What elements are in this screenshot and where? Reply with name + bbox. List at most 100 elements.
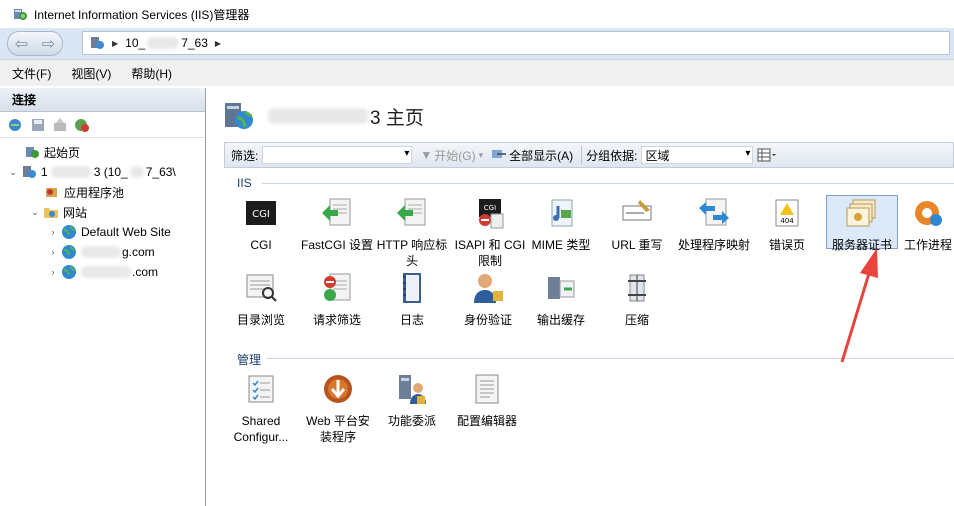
chevron-right-icon[interactable]: › bbox=[48, 247, 58, 257]
feature-label: 压缩 bbox=[624, 313, 649, 327]
disconnect-icon[interactable] bbox=[74, 117, 90, 133]
section-divider bbox=[267, 358, 954, 359]
app-pool-icon bbox=[46, 188, 57, 197]
web-platform-installer-icon bbox=[324, 375, 352, 403]
chevron-down-icon[interactable]: ⌄ bbox=[8, 167, 18, 178]
feature-output-caching[interactable]: 输出缓存 bbox=[525, 271, 597, 328]
request-filtering-icon bbox=[324, 273, 351, 301]
output-caching-icon bbox=[548, 277, 575, 299]
logging-icon bbox=[403, 273, 421, 303]
feature-error-pages[interactable]: 404 错误页 bbox=[751, 196, 823, 253]
feature-label: 错误页 bbox=[768, 238, 805, 252]
save-icon[interactable] bbox=[30, 117, 46, 133]
handler-mapping-icon bbox=[699, 198, 729, 226]
feature-worker-processes[interactable]: 工作进程 bbox=[904, 196, 954, 253]
page-title: 3 主页 bbox=[370, 107, 424, 129]
breadcrumb-separator-icon[interactable]: ▶ bbox=[215, 39, 221, 48]
address-path[interactable]: ▶ 10_ 7_63 ▶ bbox=[82, 31, 950, 55]
folder-icon bbox=[44, 208, 58, 218]
view-mode-icon[interactable] bbox=[757, 148, 777, 162]
feature-fastcgi[interactable]: FastCGI 设置 bbox=[301, 196, 373, 253]
chevron-right-icon[interactable]: › bbox=[48, 227, 58, 237]
feature-label: 处理程序映射 bbox=[677, 238, 750, 252]
page-header: 3 主页 bbox=[222, 98, 424, 134]
tree-item-sites[interactable]: ⌄ 网站 bbox=[0, 202, 205, 222]
feature-web-platform-installer[interactable]: Web 平台安装程序 bbox=[301, 372, 375, 445]
compression-icon bbox=[628, 274, 646, 302]
feature-label: FastCGI 设置 bbox=[301, 238, 374, 252]
chevron-right-icon[interactable]: › bbox=[48, 267, 58, 277]
http-header-icon bbox=[397, 198, 426, 226]
tree-label: 网站 bbox=[63, 205, 88, 220]
tree-label: 应用程序池 bbox=[64, 185, 125, 200]
section-label-iis: IIS bbox=[237, 176, 252, 190]
tree-item-app-pools[interactable]: 应用程序池 bbox=[0, 182, 205, 202]
feature-configuration-editor[interactable]: 配置编辑器 bbox=[451, 372, 523, 429]
tree-label: 起始页 bbox=[44, 145, 81, 160]
feature-delegation[interactable]: 功能委派 bbox=[376, 372, 448, 429]
start-filter-button[interactable]: ▼ 开始(G) ▾ bbox=[420, 147, 483, 164]
feature-authentication[interactable]: 身份验证 bbox=[452, 271, 524, 328]
funnel-icon: ▼ bbox=[420, 148, 433, 162]
iis-manager-icon bbox=[14, 9, 27, 20]
feature-mime[interactable]: MIME 类型 bbox=[525, 196, 597, 253]
tree-label: g.com bbox=[122, 245, 155, 259]
server-icon bbox=[225, 103, 253, 129]
feature-logging[interactable]: 日志 bbox=[376, 271, 448, 328]
show-all-icon bbox=[492, 150, 507, 158]
group-by-value: 区域 bbox=[645, 149, 670, 163]
redacted-text bbox=[268, 108, 368, 124]
feature-cgi[interactable]: CGI CGI bbox=[225, 196, 297, 253]
redacted-text bbox=[50, 166, 91, 178]
feature-handler-mappings[interactable]: 处理程序映射 bbox=[676, 196, 752, 253]
feature-url-rewrite[interactable]: URL 重写 bbox=[601, 196, 673, 253]
tree-item-start-page[interactable]: 起始页 bbox=[0, 142, 205, 162]
connections-header: 连接 bbox=[0, 88, 205, 112]
feature-label: 输出缓存 bbox=[536, 313, 585, 327]
menu-file[interactable]: 文件(F) bbox=[12, 65, 51, 82]
chevron-down-icon: ▾ bbox=[478, 149, 484, 160]
feature-label: 请求筛选 bbox=[312, 313, 361, 327]
address-bar: ⇦ ⇨ ▶ 10_ 7_63 ▶ bbox=[0, 28, 954, 60]
section-label-management: 管理 bbox=[237, 353, 262, 367]
shared-config-icon bbox=[248, 375, 274, 403]
section-divider bbox=[262, 183, 954, 184]
server-icon bbox=[23, 166, 36, 178]
cgi-icon: CGI bbox=[246, 201, 276, 225]
filter-input[interactable] bbox=[262, 146, 413, 164]
window-title: Internet Information Services (IIS)管理器 bbox=[34, 7, 250, 22]
tree-label: 3 (10_ bbox=[93, 165, 128, 179]
feature-label: MIME 类型 bbox=[531, 238, 591, 252]
feature-isapi-cgi[interactable]: CGI ISAPI 和 CGI 限制 bbox=[452, 196, 528, 269]
menu-view[interactable]: 视图(V) bbox=[71, 65, 111, 82]
redacted-text bbox=[129, 166, 144, 178]
tree-item-site-2[interactable]: › g.com bbox=[0, 242, 205, 262]
back-icon[interactable]: ⇦ bbox=[15, 34, 28, 54]
feature-http-headers[interactable]: HTTP 响应标头 bbox=[376, 196, 448, 269]
tree-item-site-default[interactable]: › Default Web Site bbox=[0, 222, 205, 242]
server-icon bbox=[91, 37, 104, 49]
tree-item-site-3[interactable]: › .com bbox=[0, 262, 205, 282]
group-by-select[interactable]: 区域 bbox=[641, 146, 754, 164]
breadcrumb-separator-icon: ▶ bbox=[112, 38, 119, 48]
feature-server-certificates[interactable]: 服务器证书 bbox=[826, 195, 898, 252]
tree-item-server[interactable]: ⌄ 1 3 (10_ 7_63\ bbox=[0, 162, 205, 182]
features-pane: 3 主页 筛选: ▼ 开始(G) ▾ 全部显示(A) 分组依据: 区域 IIS … bbox=[214, 88, 954, 506]
forward-icon[interactable]: ⇨ bbox=[42, 34, 55, 54]
directory-browsing-icon bbox=[246, 274, 277, 302]
feature-directory-browsing[interactable]: 目录浏览 bbox=[225, 271, 297, 328]
feature-request-filtering[interactable]: 请求筛选 bbox=[301, 271, 373, 328]
chevron-down-icon[interactable]: ⌄ bbox=[30, 207, 40, 218]
feature-compression[interactable]: 压缩 bbox=[601, 271, 673, 328]
menu-help[interactable]: 帮助(H) bbox=[131, 65, 172, 82]
address-prefix: 10_ bbox=[125, 36, 146, 50]
feature-label: 配置编辑器 bbox=[456, 414, 517, 428]
menu-bar: 文件(F) 视图(V) 帮助(H) bbox=[0, 60, 954, 86]
svg-text:CGI: CGI bbox=[252, 209, 270, 220]
nav-buttons: ⇦ ⇨ bbox=[7, 31, 63, 56]
show-all-button[interactable]: 全部显示(A) bbox=[491, 147, 573, 164]
feature-shared-configuration[interactable]: Shared Configur... bbox=[225, 372, 297, 445]
connect-icon[interactable] bbox=[8, 117, 24, 133]
connections-tree: 起始页 ⌄ 1 3 (10_ 7_63\ 应用程序池 ⌄ 网站 › Defaul… bbox=[0, 138, 205, 282]
up-icon[interactable] bbox=[52, 117, 68, 133]
